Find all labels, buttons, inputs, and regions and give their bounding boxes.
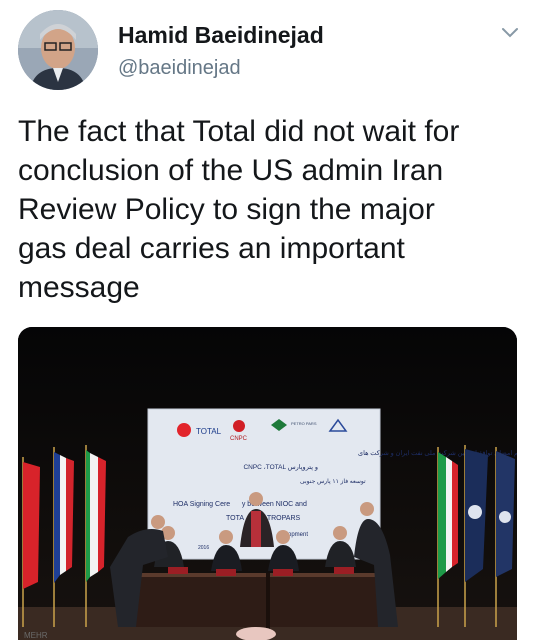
- author-handle[interactable]: @baeidinejad: [118, 57, 241, 80]
- tweet-text-line: Review Policy to sign the major: [18, 193, 435, 226]
- chevron-down-icon[interactable]: [498, 20, 522, 44]
- tweet-text-line: conclusion of the US admin Iran: [18, 154, 444, 187]
- banner-fa-line3: توسعه فاز ۱۱ پارس جنوبی: [300, 478, 366, 485]
- banner-logo-cnpc: CNPC: [230, 436, 248, 442]
- tweet-photo[interactable]: TOTAL CNPC PETRO PARS مراسم امضای توافقن…: [18, 327, 517, 640]
- banner-en-line1: HOA Signing Cere y between NIOC and: [173, 501, 307, 508]
- tweet-header: Hamid Baeidinejad @baeidinejad: [0, 0, 535, 100]
- photo-watermark: MEHR: [24, 631, 48, 640]
- flag-china: [23, 462, 40, 589]
- signing-ceremony-image: TOTAL CNPC PETRO PARS مراسم امضای توافقن…: [18, 327, 517, 640]
- author-avatar[interactable]: [18, 10, 98, 90]
- banner-logo-total: TOTAL: [196, 427, 222, 436]
- tweet-text: The fact that Total did not wait for con…: [18, 112, 523, 307]
- tweet-text-line: The fact that Total did not wait for: [18, 115, 460, 148]
- banner-en-line3: opment: [288, 532, 308, 538]
- tweet-text-line: gas deal carries an important: [18, 232, 405, 265]
- author-name[interactable]: Hamid Baeidinejad: [118, 22, 324, 49]
- tweet-text-line: message: [18, 271, 140, 304]
- banner-year: 2016: [198, 545, 209, 551]
- banner-fa-line2: CNPC ،TOTAL و پتروپارس: [243, 463, 318, 471]
- cnpc-logo-icon: [233, 420, 245, 432]
- total-logo-icon: [177, 423, 191, 437]
- banner-logo-petropars: PETRO PARS: [291, 421, 317, 426]
- signing-table: [136, 573, 388, 629]
- flag-iran-right: [452, 461, 458, 567]
